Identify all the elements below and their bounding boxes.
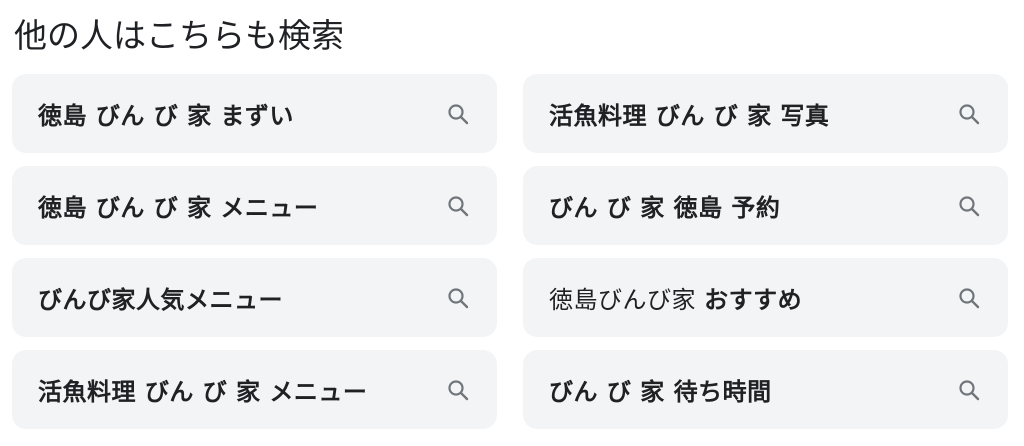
suggestion-chip[interactable]: 活魚料理 びん び 家 写真 [523, 74, 1008, 153]
suggestion-text: 徳島びんび家 おすすめ [549, 286, 803, 314]
suggestion-grid: 徳島 びん び 家 まずい 活魚料理 びん び 家 写真 徳島 びん び 家 メ… [12, 74, 1008, 429]
related-searches: 他の人はこちらも検索 徳島 びん び 家 まずい 活魚料理 びん び 家 写真 … [0, 0, 1024, 446]
search-icon [956, 377, 982, 403]
suggestion-text: びんび家人気メニュー [38, 286, 283, 314]
suggestion-chip[interactable]: びん び 家 徳島 予約 [523, 166, 1008, 245]
suggestion-chip[interactable]: 活魚料理 びん び 家 メニュー [12, 350, 497, 429]
suggestion-chip[interactable]: びんび家人気メニュー [12, 258, 497, 337]
search-icon [445, 377, 471, 403]
suggestion-chip[interactable]: びん び 家 待ち時間 [523, 350, 1008, 429]
suggestion-chip[interactable]: 徳島 びん び 家 まずい [12, 74, 497, 153]
suggestion-text: 徳島 びん び 家 まずい [38, 102, 294, 130]
search-icon [956, 285, 982, 311]
suggestion-text: びん び 家 徳島 予約 [549, 194, 781, 222]
suggestion-text: 活魚料理 びん び 家 メニュー [38, 378, 368, 406]
search-icon [956, 193, 982, 219]
search-icon [445, 193, 471, 219]
suggestion-text: びん び 家 待ち時間 [549, 378, 772, 406]
suggestion-text: 徳島 びん び 家 メニュー [38, 194, 319, 222]
section-title: 他の人はこちらも検索 [14, 16, 344, 55]
suggestion-chip[interactable]: 徳島 びん び 家 メニュー [12, 166, 497, 245]
search-icon [445, 101, 471, 127]
suggestion-chip[interactable]: 徳島びんび家 おすすめ [523, 258, 1008, 337]
search-icon [956, 101, 982, 127]
suggestion-text: 活魚料理 びん び 家 写真 [549, 102, 830, 130]
search-icon [445, 285, 471, 311]
